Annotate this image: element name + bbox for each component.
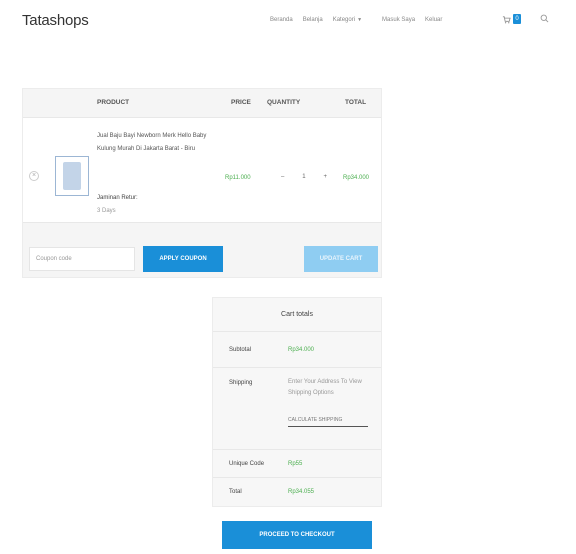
col-product: PRODUCT [97, 99, 130, 106]
coupon-code-input[interactable]: Coupon code [29, 247, 135, 271]
calculate-shipping-link[interactable]: CALCULATE SHIPPING [288, 417, 368, 427]
nav-item-keluar[interactable]: Keluar [425, 17, 442, 23]
cart-totals-title: Cart totals [213, 298, 381, 332]
qty-plus-button[interactable]: + [323, 174, 327, 180]
cart-table-header: PRODUCT PRICE QUANTITY TOTAL [23, 89, 381, 117]
site-logo[interactable]: Tatashops [22, 12, 89, 29]
qty-value[interactable]: 1 [302, 174, 305, 180]
unique-code-row: Unique Code Rp55 [213, 450, 381, 478]
quantity-stepper[interactable]: – 1 + [277, 170, 331, 184]
order-total-label: Total [229, 489, 242, 495]
product-name-link[interactable]: Jual Baju Bayi Newborn Merk Hello Baby K… [97, 130, 217, 156]
nav-item-beranda[interactable]: Beranda [270, 17, 293, 23]
order-total-value: Rp34.055 [288, 489, 315, 495]
search-icon[interactable] [540, 14, 549, 23]
nav-item-belanja[interactable]: Belanja [303, 17, 323, 23]
subtotal-label: Subtotal [229, 347, 252, 353]
cart-table: PRODUCT PRICE QUANTITY TOTAL × Jual Baju… [22, 88, 382, 278]
unique-code-label: Unique Code [229, 461, 265, 467]
nav-item-kategori[interactable]: Kategori ▼ [333, 17, 372, 23]
col-quantity: QUANTITY [267, 99, 301, 106]
main-nav: Beranda Belanja Kategori ▼ Masuk Saya Kel… [270, 17, 452, 23]
cart-totals-panel: Cart totals Subtotal Rp34.000 Shipping E… [212, 297, 382, 507]
shipping-note: Enter Your Address To View Shipping Opti… [288, 379, 362, 396]
product-thumbnail[interactable] [55, 156, 89, 196]
shipping-label: Shipping [229, 380, 253, 386]
nav-item-kategori-label: Kategori [332, 17, 356, 23]
subtotal-row: Subtotal Rp34.000 [213, 332, 381, 368]
product-meta-value: 3 Days [97, 208, 116, 214]
remove-item-button[interactable]: × [29, 171, 39, 181]
col-total: TOTAL [345, 99, 367, 106]
qty-minus-button[interactable]: – [281, 174, 284, 180]
shipping-row: Shipping Enter Your Address To View Ship… [213, 368, 381, 450]
col-price: PRICE [231, 99, 251, 106]
proceed-to-checkout-button[interactable]: PROCEED TO CHECKOUT [222, 521, 372, 549]
item-total: Rp34.000 [343, 175, 370, 181]
cart-item-row: × Jual Baju Bayi Newborn Merk Hello Baby… [23, 117, 381, 223]
subtotal-value: Rp34.000 [288, 347, 315, 353]
nav-item-masuk-saya[interactable]: Masuk Saya [382, 17, 415, 23]
cart-icon [502, 15, 511, 23]
header-cart[interactable]: 0 [502, 14, 521, 24]
update-cart-button[interactable]: UPDATE CART [304, 246, 378, 272]
order-total-row: Total Rp34.055 [213, 478, 381, 506]
chevron-down-icon: ▼ [357, 17, 363, 23]
product-meta-label: Jaminan Retur: [97, 195, 138, 201]
item-price: Rp11.000 [225, 175, 251, 181]
cart-count-badge: 0 [513, 14, 521, 24]
apply-coupon-button[interactable]: APPLY COUPON [143, 246, 223, 272]
unique-code-value: Rp55 [288, 461, 303, 467]
